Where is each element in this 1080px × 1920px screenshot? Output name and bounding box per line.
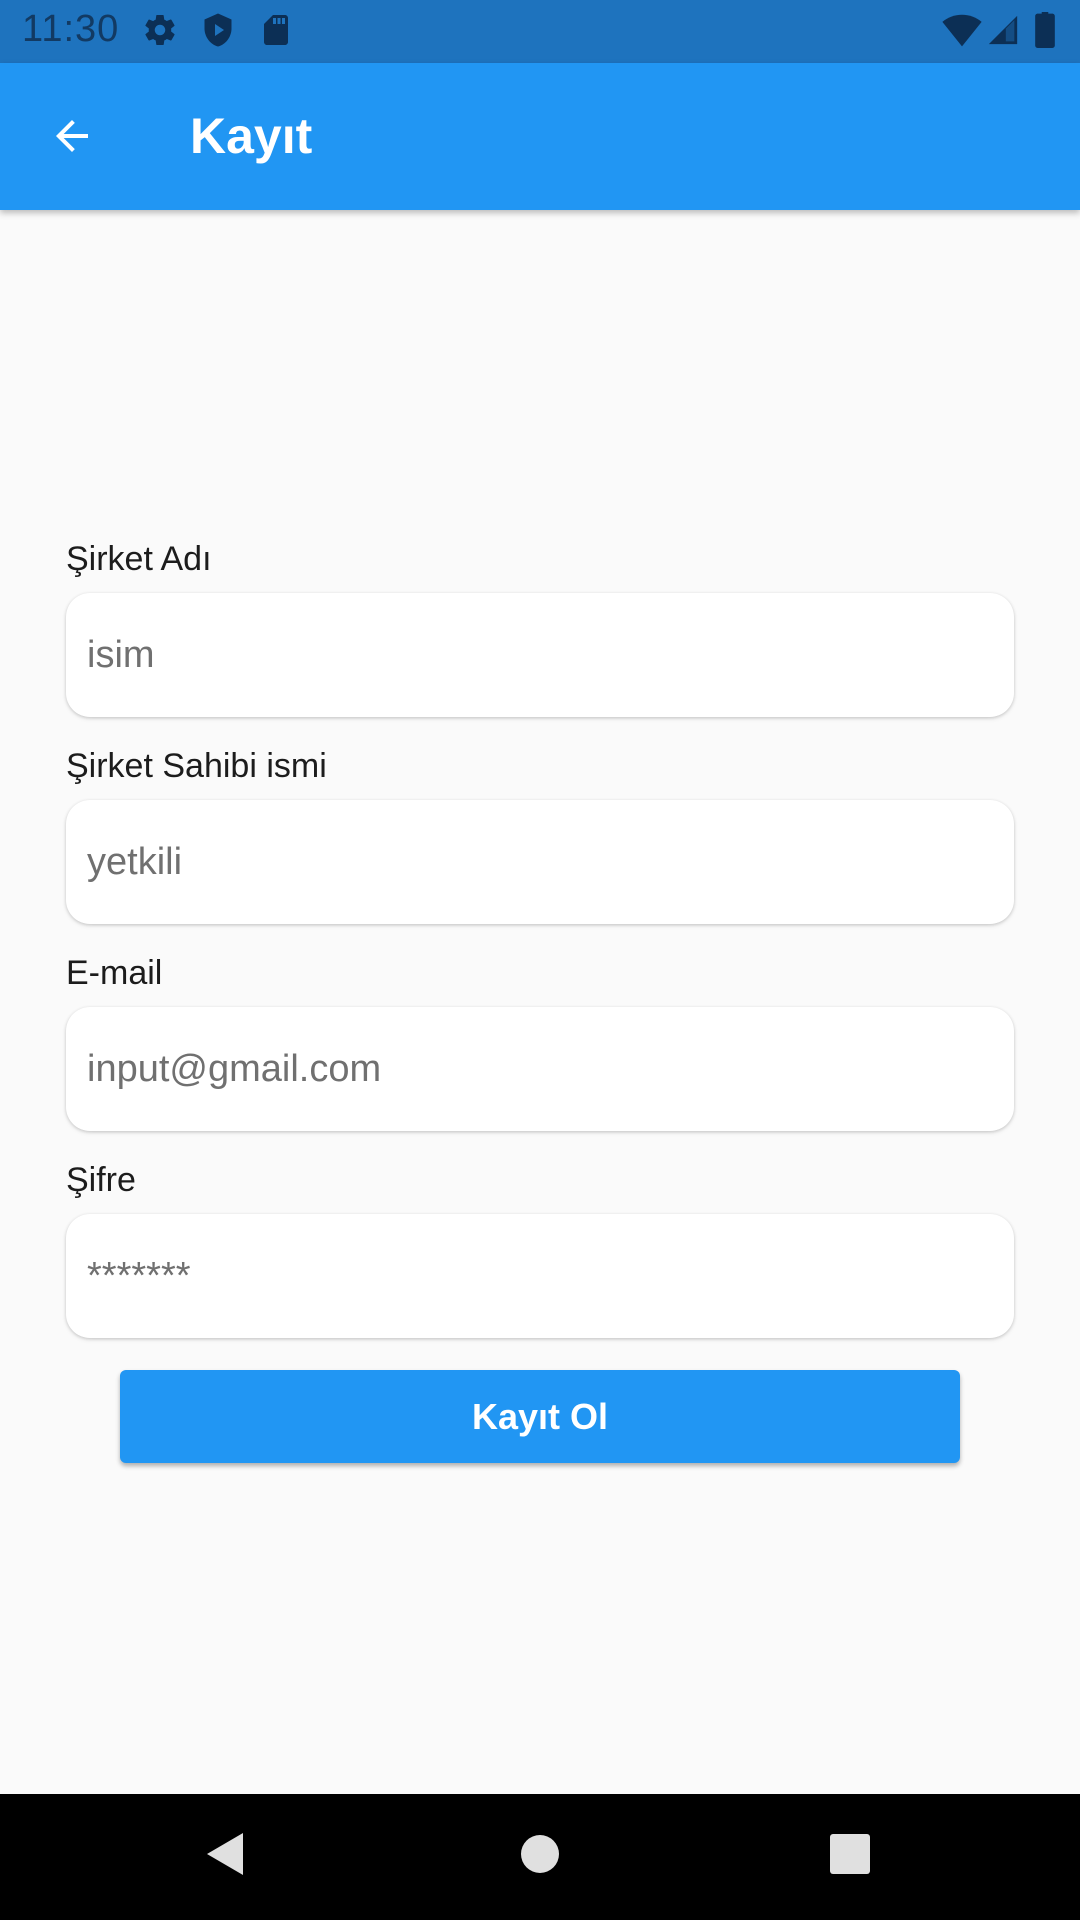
arrow-back-icon: [48, 112, 96, 165]
password-label: Şifre: [66, 1161, 136, 1199]
register-button[interactable]: Kayıt Ol: [120, 1370, 960, 1463]
recents-square-icon: [830, 1833, 870, 1879]
owner-name-field-container: [66, 800, 1014, 924]
system-nav-bar: [0, 1794, 1080, 1920]
back-button[interactable]: [36, 102, 108, 174]
email-input[interactable]: [87, 1047, 1014, 1091]
nav-home-button[interactable]: [500, 1816, 580, 1896]
shield-play-icon: [200, 12, 236, 53]
status-time: 11:30: [22, 8, 120, 50]
home-circle-icon: [520, 1834, 560, 1879]
owner-name-input[interactable]: [87, 840, 1014, 884]
status-bar: 11:30: [0, 0, 1080, 63]
company-name-label: Şirket Adı: [66, 540, 212, 578]
email-label: E-mail: [66, 954, 163, 992]
company-name-input[interactable]: [87, 633, 1014, 677]
nav-back-button[interactable]: [186, 1816, 266, 1896]
gear-icon: [142, 12, 178, 53]
app-bar: Kayıt: [0, 63, 1080, 210]
back-triangle-icon: [203, 1829, 249, 1884]
owner-name-label: Şirket Sahibi ismi: [66, 747, 327, 785]
sd-card-icon: [258, 12, 294, 53]
password-input[interactable]: [87, 1254, 1014, 1298]
page-title: Kayıt: [190, 108, 313, 164]
company-name-field-container: [66, 593, 1014, 717]
register-button-label: Kayıt Ol: [471, 1395, 609, 1437]
wifi-icon: [942, 12, 982, 53]
battery-icon: [1034, 12, 1056, 53]
email-field-container: [66, 1007, 1014, 1131]
password-field-container: [66, 1214, 1014, 1338]
nav-recents-button[interactable]: [810, 1816, 890, 1896]
cellular-signal-icon: [986, 12, 1020, 53]
